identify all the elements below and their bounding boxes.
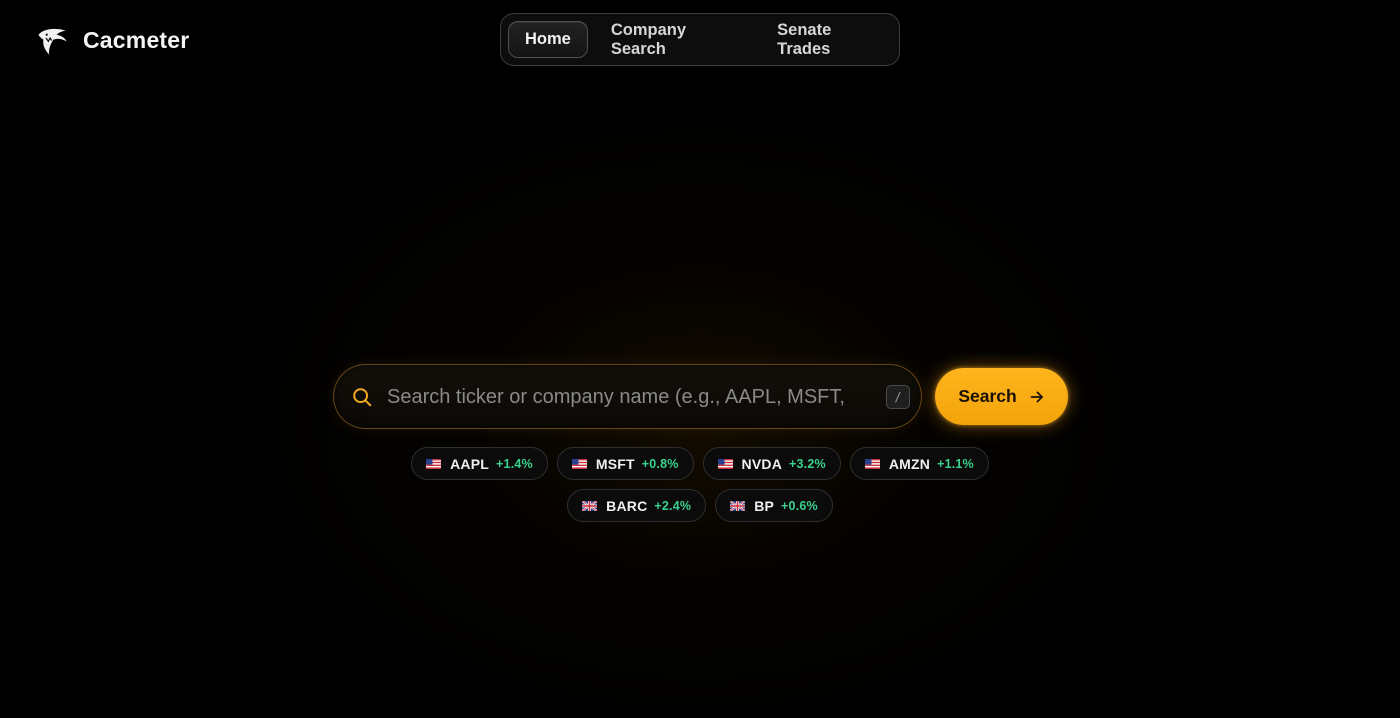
ticker-symbol: AAPL: [450, 455, 490, 472]
search-button[interactable]: Search: [935, 368, 1068, 425]
ticker-change: +0.6%: [781, 498, 818, 513]
ticker-chip-amzn[interactable]: AMZN +1.1%: [849, 447, 989, 480]
ticker-chip-bp[interactable]: BP +0.6%: [715, 489, 833, 522]
search-input[interactable]: [387, 381, 852, 413]
ticker-chip-barc[interactable]: BARC +2.4%: [567, 489, 707, 522]
nav-item-home[interactable]: Home: [508, 21, 588, 58]
nav-item-senate-trades[interactable]: Senate Trades: [760, 21, 899, 58]
ticker-change: +0.8%: [641, 456, 679, 471]
ticker-symbol: AMZN: [888, 455, 931, 472]
ticker-change: +1.1%: [937, 456, 974, 471]
us-flag-icon: [426, 458, 442, 469]
uk-flag-icon: [730, 500, 746, 511]
page: Cacmeter Home Company Search Senate Trad…: [0, 0, 1400, 718]
ticker-change: +2.4%: [654, 498, 692, 513]
ticker-chip-msft[interactable]: MSFT +0.8%: [556, 447, 694, 480]
ticker-symbol: BP: [754, 497, 775, 514]
search-box: /: [333, 364, 922, 429]
uk-flag-icon: [582, 500, 598, 511]
ticker-symbol: MSFT: [595, 455, 635, 472]
us-flag-icon: [864, 458, 880, 469]
ticker-change: +3.2%: [789, 456, 826, 471]
search-button-label: Search: [958, 386, 1017, 406]
ticker-chips: AAPL +1.4% MSFT +0.8% NVDA +3.2% AMZN +1…: [340, 447, 1060, 522]
ticker-chip-nvda[interactable]: NVDA +3.2%: [702, 447, 841, 480]
brand-name: Cacmeter: [83, 26, 190, 53]
arrow-right-icon: [1030, 391, 1043, 402]
brand[interactable]: Cacmeter: [36, 22, 189, 58]
ticker-symbol: BARC: [606, 497, 648, 514]
us-flag-icon: [571, 458, 587, 469]
main-nav: Home Company Search Senate Trades: [500, 13, 900, 66]
keyboard-shortcut-hint: /: [886, 385, 910, 409]
nav-item-company-search[interactable]: Company Search: [594, 21, 754, 58]
ticker-change: +1.4%: [496, 456, 533, 471]
search-icon: [353, 388, 372, 407]
us-flag-icon: [717, 458, 733, 469]
shark-logo-icon: [38, 28, 67, 55]
ticker-chip-aapl[interactable]: AAPL +1.4%: [411, 447, 548, 480]
ticker-symbol: NVDA: [741, 455, 783, 472]
